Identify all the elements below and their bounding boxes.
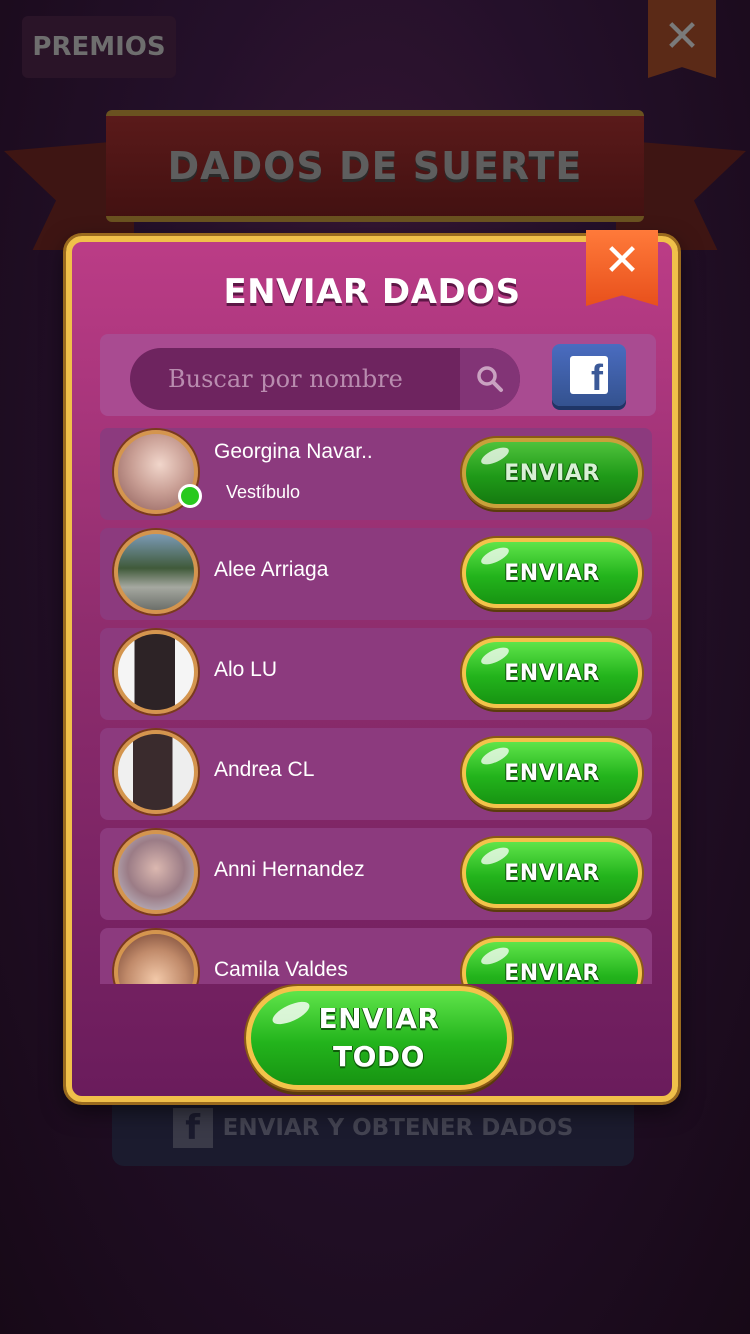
send-all-button[interactable]: ENVIAR TODO [246,986,512,1090]
search-icon [477,366,503,392]
send-all-label-line1: ENVIAR [318,1002,440,1035]
list-item: Camila Valdes ENVIAR [100,928,652,984]
avatar [114,730,198,814]
list-item: Georgina Navar.. Vestíbulo ENVIAR [100,428,652,520]
prizes-tab[interactable]: PREMIOS [22,16,176,78]
facebook-icon: f [172,1108,213,1148]
search-bar: f [100,334,656,416]
banner-title: DADOS DE SUERTE [167,144,583,188]
facebook-icon: f [570,356,608,394]
close-icon[interactable]: ✕ [586,230,658,306]
send-all-label-line2: TODO [333,1040,425,1073]
facebook-send-get-label: ENVIAR Y OBTENER DADOS [222,1115,574,1141]
friend-name: Andrea CL [214,758,315,781]
list-item: Andrea CL ENVIAR [100,728,652,820]
send-button[interactable]: ENVIAR [462,938,642,984]
facebook-button[interactable]: f [552,344,626,406]
avatar [114,830,198,914]
send-button[interactable]: ENVIAR [462,538,642,608]
send-button[interactable]: ENVIAR [462,838,642,908]
friend-name: Alee Arriaga [214,558,329,581]
avatar [114,930,198,984]
search-input[interactable] [130,348,460,410]
friend-status: Vestíbulo [226,482,301,502]
list-item: Alee Arriaga ENVIAR [100,528,652,620]
avatar [114,630,198,714]
search-button[interactable] [460,348,520,410]
avatar [114,530,198,614]
send-button[interactable]: ENVIAR [462,738,642,808]
background-close-icon[interactable]: ✕ [648,0,716,78]
friend-name: Georgina Navar.. [214,440,373,463]
online-status-dot [178,484,202,508]
send-button[interactable]: ENVIAR [462,438,642,508]
friend-name: Alo LU [214,658,278,681]
search-field [130,348,520,410]
send-button[interactable]: ENVIAR [462,638,642,708]
friend-list[interactable]: Georgina Navar.. Vestíbulo ENVIAR Alee A… [100,428,656,984]
friend-name: Anni Hernandez [214,858,365,881]
list-item: Anni Hernandez ENVIAR [100,828,652,920]
banner: DADOS DE SUERTE [106,110,644,222]
friend-name: Camila Valdes [214,958,348,981]
list-item: Alo LU ENVIAR [100,628,652,720]
send-dice-modal: ENVIAR DADOS ✕ f Georgina Navar.. Vestíb… [66,230,678,1102]
modal-title: ENVIAR DADOS [223,272,521,312]
